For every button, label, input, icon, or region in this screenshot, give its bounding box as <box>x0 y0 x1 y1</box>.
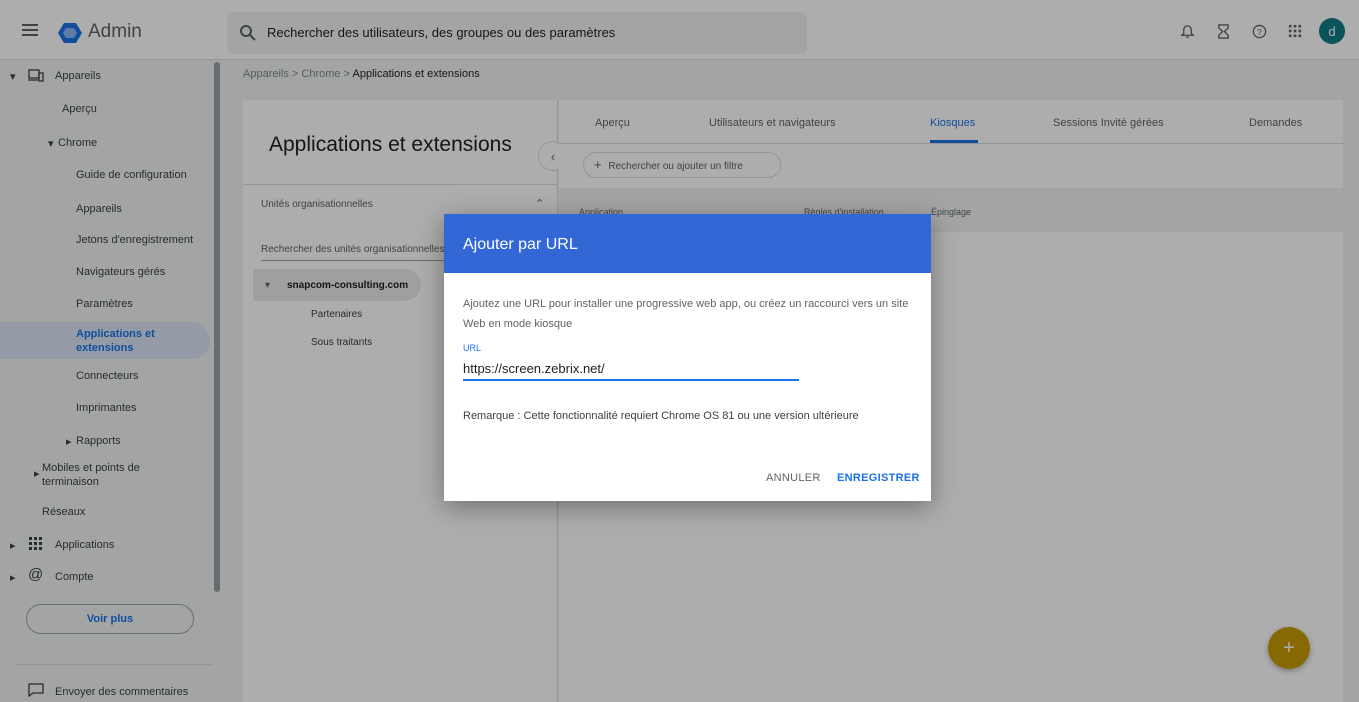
dialog-note: Remarque : Cette fonctionnalité requiert… <box>463 410 859 422</box>
dialog-title: Ajouter par URL <box>444 214 931 273</box>
dialog-description: Ajoutez une URL pour installer une progr… <box>463 298 909 330</box>
add-by-url-dialog: Ajouter par URL Ajoutez une URL pour ins… <box>444 214 931 501</box>
url-field-label: URL <box>463 343 482 353</box>
url-field[interactable] <box>463 358 799 381</box>
cancel-button[interactable]: ANNULER <box>766 472 821 484</box>
save-button[interactable]: ENREGISTRER <box>837 472 920 484</box>
